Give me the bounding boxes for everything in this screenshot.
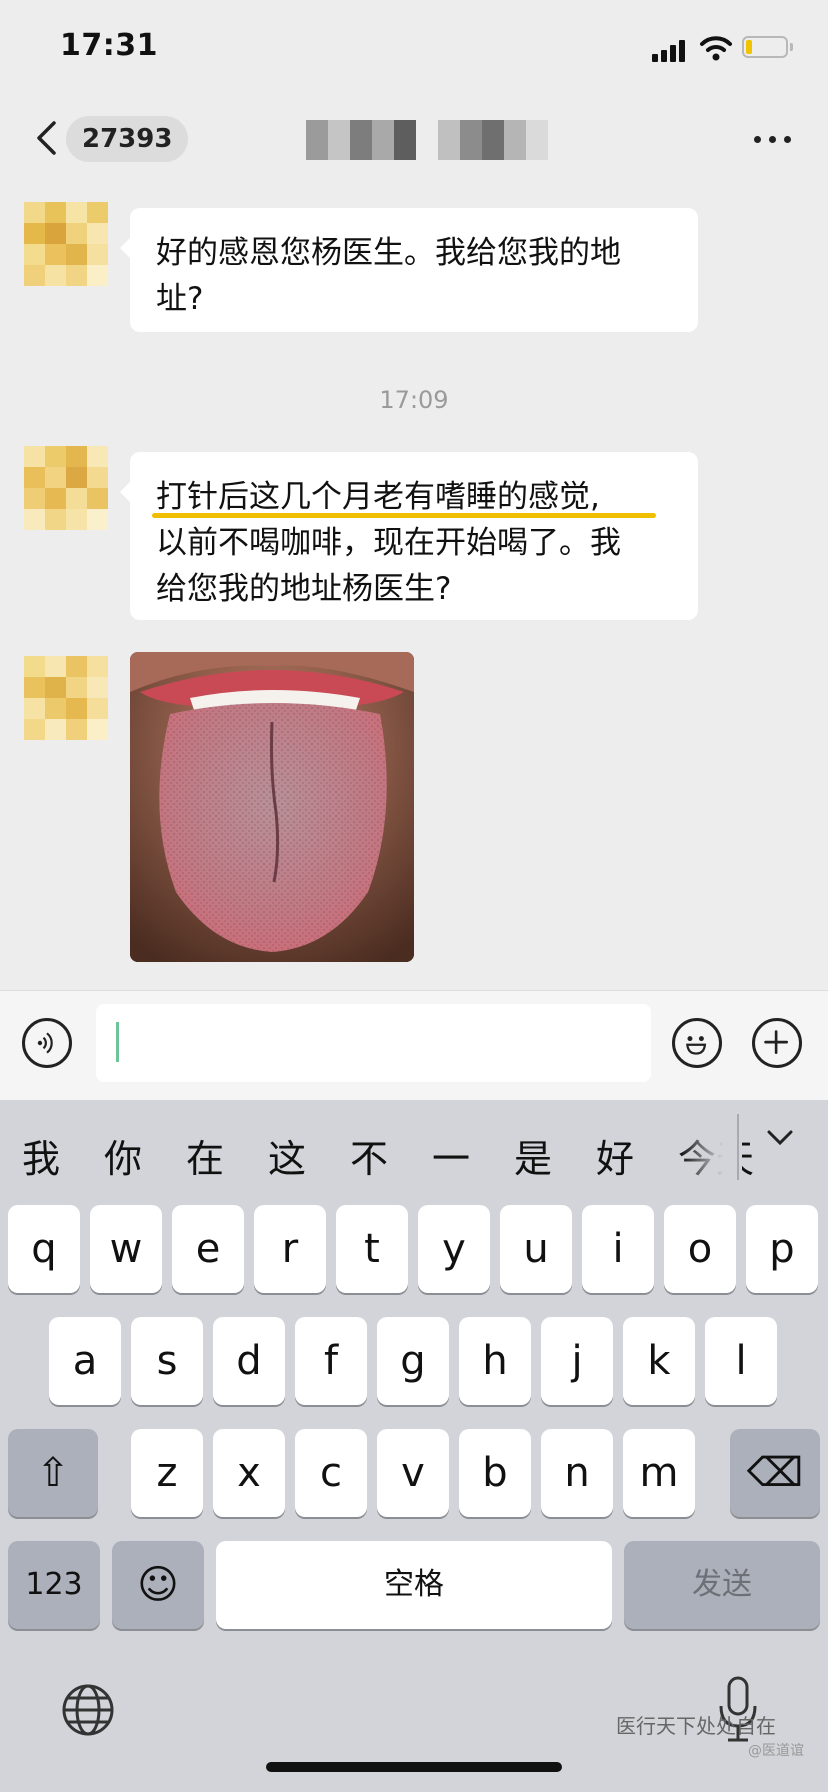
message-text-input[interactable] [96, 1004, 651, 1082]
avatar[interactable] [24, 656, 108, 740]
delete-icon: ⌫ [746, 1450, 804, 1496]
candidate-word[interactable]: 在 [186, 1128, 224, 1183]
key-a[interactable]: a [49, 1317, 121, 1405]
shift-key[interactable]: ⇧ [8, 1429, 98, 1517]
battery-tip [790, 43, 793, 51]
key-w[interactable]: w [90, 1205, 162, 1293]
candidate-word[interactable]: 一 [432, 1128, 470, 1183]
candidate-word[interactable]: 是 [514, 1128, 552, 1183]
key-p[interactable]: p [746, 1205, 818, 1293]
chevron-left-icon[interactable] [32, 120, 62, 156]
key-h[interactable]: h [459, 1317, 531, 1405]
key-b[interactable]: b [459, 1429, 531, 1517]
key-u[interactable]: u [500, 1205, 572, 1293]
more-dots-icon[interactable] [754, 136, 792, 144]
globe-icon[interactable] [60, 1682, 116, 1738]
key-m[interactable]: m [623, 1429, 695, 1517]
message-timestamp: 17:09 [379, 386, 449, 414]
cellular-signal-icon [652, 38, 688, 62]
avatar[interactable] [24, 202, 108, 286]
watermark-text: 医行天下处处自在 [616, 1714, 776, 1738]
text-caret [116, 1022, 119, 1062]
key-e[interactable]: e [172, 1205, 244, 1293]
space-key[interactable]: 空格 [216, 1541, 612, 1629]
key-l[interactable]: l [705, 1317, 777, 1405]
key-n[interactable]: n [541, 1429, 613, 1517]
voice-icon[interactable] [22, 1018, 72, 1068]
key-d[interactable]: d [213, 1317, 285, 1405]
tongue-photo-drawing [130, 652, 414, 962]
key-o[interactable]: o [664, 1205, 736, 1293]
candidate-word[interactable]: 这 [268, 1128, 306, 1183]
key-c[interactable]: c [295, 1429, 367, 1517]
candidate-word[interactable]: 不 [350, 1128, 388, 1183]
key-t[interactable]: t [336, 1205, 408, 1293]
highlight-underline [152, 513, 656, 518]
key-y[interactable]: y [418, 1205, 490, 1293]
message-bubble: 好的感恩您杨医生。我给您我的地 址? [120, 208, 698, 332]
key-r[interactable]: r [254, 1205, 326, 1293]
blurred-contact-name [306, 120, 556, 160]
shift-icon: ⇧ [36, 1450, 70, 1496]
key-j[interactable]: j [541, 1317, 613, 1405]
chevron-down-icon[interactable] [766, 1128, 794, 1148]
key-v[interactable]: v [377, 1429, 449, 1517]
candidate-word[interactable]: 你 [104, 1128, 142, 1183]
tongue-photo[interactable] [130, 652, 414, 962]
send-key[interactable]: 发送 [624, 1541, 820, 1629]
key-i[interactable]: i [582, 1205, 654, 1293]
emoji-key-icon: ☺ [137, 1562, 179, 1608]
key-q[interactable]: q [8, 1205, 80, 1293]
key-s[interactable]: s [131, 1317, 203, 1405]
candidate-word[interactable]: 好 [596, 1128, 634, 1183]
key-g[interactable]: g [377, 1317, 449, 1405]
message-bubble: 打针后这几个月老有嗜睡的感觉, 以前不喝咖啡，现在开始喝了。我 给您我的地址杨医… [120, 452, 698, 620]
emoji-key[interactable]: ☺ [112, 1541, 204, 1629]
home-indicator[interactable] [266, 1762, 562, 1772]
watermark-handle: @医道谊 [748, 1743, 804, 1759]
key-x[interactable]: x [213, 1429, 285, 1517]
key-z[interactable]: z [131, 1429, 203, 1517]
battery-icon [742, 36, 788, 58]
delete-key[interactable]: ⌫ [730, 1429, 820, 1517]
message-text-line: 好的感恩您杨医生。我给您我的地 [156, 235, 621, 271]
wifi-icon [700, 36, 732, 61]
candidate-fade [680, 1114, 742, 1180]
candidate-word[interactable]: 我 [22, 1128, 60, 1183]
unread-count-badge[interactable]: 27393 [66, 116, 189, 162]
message-text-line: 给您我的地址杨医生? [156, 571, 452, 607]
plus-icon[interactable] [752, 1018, 802, 1068]
avatar[interactable] [24, 446, 108, 530]
key-f[interactable]: f [295, 1317, 367, 1405]
key-k[interactable]: k [623, 1317, 695, 1405]
numbers-key[interactable]: 123 [8, 1541, 100, 1629]
message-text-line: 以前不喝咖啡，现在开始喝了。我 [156, 525, 621, 561]
emoji-icon[interactable] [672, 1018, 722, 1068]
message-text-line: 址? [156, 281, 204, 317]
candidate-separator [737, 1114, 739, 1180]
status-time: 17:31 [60, 28, 158, 63]
